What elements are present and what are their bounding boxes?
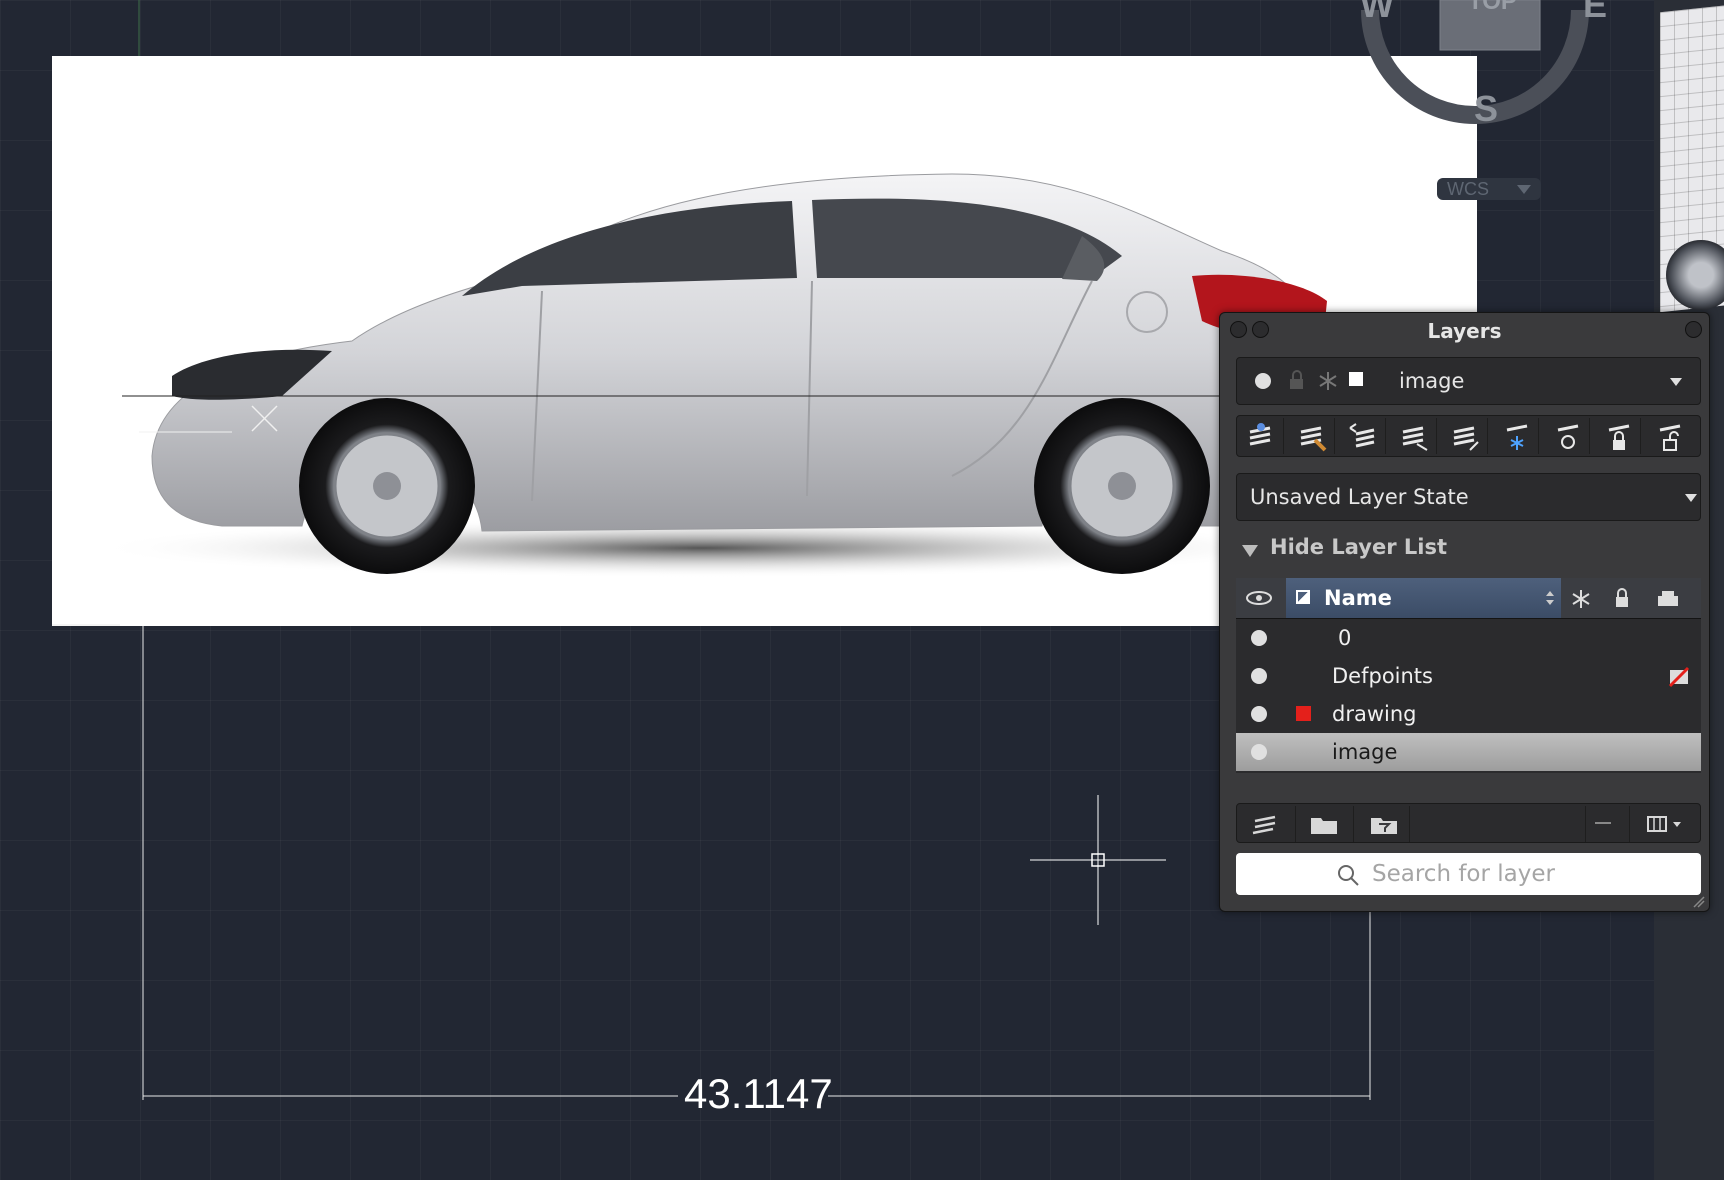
no-plot-icon[interactable]	[1668, 666, 1690, 688]
color-column-icon	[1296, 590, 1310, 604]
wcs-menu[interactable]: WCS	[1437, 178, 1541, 200]
layer-list: Name 0 Defpoints drawing image	[1236, 578, 1701, 773]
lock-column-icon[interactable]	[1613, 588, 1631, 610]
layer-name: 0	[1338, 626, 1352, 650]
change-to-current-button[interactable]	[1441, 418, 1488, 454]
layer-row[interactable]: 0	[1236, 619, 1701, 657]
columns-menu-icon[interactable]	[1647, 815, 1687, 833]
new-layer-icon	[1249, 423, 1271, 446]
crosshair-cursor	[1030, 795, 1166, 925]
search-icon	[1338, 865, 1359, 886]
eye-icon[interactable]	[1246, 590, 1272, 606]
layer-state-dropdown[interactable]: Unsaved Layer State	[1236, 473, 1701, 521]
current-layer-name: image	[1399, 369, 1465, 393]
undo-layer-icon	[1349, 423, 1375, 448]
layer-bottom-toolbar	[1236, 803, 1701, 843]
lock-layer-icon	[1608, 424, 1630, 450]
visibility-icon	[1255, 373, 1271, 389]
new-filter-folder-icon[interactable]	[1369, 812, 1399, 836]
chevron-down-icon	[1685, 494, 1697, 502]
layer-list-header: Name	[1236, 578, 1701, 619]
layer-toolbar	[1236, 415, 1701, 457]
layer-name: image	[1332, 740, 1398, 764]
new-group-folder-icon[interactable]	[1309, 812, 1339, 836]
move-layer-icon	[1453, 426, 1479, 451]
freeze-icon	[1319, 372, 1337, 390]
layer-row-selected[interactable]: image	[1236, 733, 1701, 771]
unlock-layer-button[interactable]	[1645, 418, 1691, 454]
dimension-value[interactable]: 43.1147	[684, 1070, 833, 1118]
viewcube-west-label[interactable]: W	[1360, 0, 1394, 26]
freeze-column-icon[interactable]	[1570, 588, 1592, 610]
palette-titlebar[interactable]: Layers	[1220, 313, 1709, 347]
freeze-layer-icon	[1506, 424, 1528, 450]
previous-layer-button[interactable]	[1339, 418, 1386, 454]
visibility-icon[interactable]	[1251, 668, 1267, 684]
layer-row[interactable]: Defpoints	[1236, 657, 1701, 695]
lock-layer-button[interactable]	[1594, 418, 1641, 454]
layer-name: drawing	[1332, 702, 1417, 726]
layer-color-swatch[interactable]	[1296, 706, 1311, 721]
layer-state-label: Unsaved Layer State	[1250, 485, 1469, 509]
palette-title: Layers	[1427, 319, 1502, 343]
sort-icon	[1546, 591, 1554, 605]
chevron-down-icon	[1517, 185, 1531, 194]
layer-row[interactable]: drawing	[1236, 695, 1701, 733]
hide-layer-list-label: Hide Layer List	[1270, 535, 1447, 559]
layer-name: Defpoints	[1332, 664, 1433, 688]
disclosure-triangle-icon	[1242, 545, 1258, 557]
viewcube-south-label[interactable]: S	[1474, 88, 1498, 130]
search-input[interactable]	[1370, 859, 1674, 889]
current-layer-dropdown[interactable]: image	[1236, 357, 1701, 405]
unlock-layer-icon	[1659, 424, 1681, 451]
layers-palette: Layers image Unsaved Layer State Hide La…	[1219, 312, 1710, 912]
new-layer-icon[interactable]	[1251, 811, 1281, 837]
chevron-down-icon	[1670, 378, 1682, 386]
name-column-header[interactable]: Name	[1286, 578, 1561, 618]
layer-off-button[interactable]	[1543, 418, 1590, 454]
layer-search-box[interactable]	[1236, 853, 1701, 895]
match-layer-icon	[1402, 426, 1428, 451]
resize-grip-icon[interactable]	[1692, 895, 1706, 909]
freeze-layer-button[interactable]	[1492, 418, 1539, 454]
viewcube-top-face[interactable]: TOP	[1468, 0, 1517, 16]
delete-layer-button[interactable]	[1595, 822, 1611, 824]
wcs-label: WCS	[1447, 179, 1489, 199]
layer-off-icon	[1557, 424, 1579, 449]
layer-color-swatch	[1349, 372, 1363, 386]
viewcube-east-label[interactable]: E	[1583, 0, 1607, 26]
visibility-icon[interactable]	[1251, 630, 1267, 646]
visibility-icon[interactable]	[1251, 706, 1267, 722]
layer-properties-button[interactable]	[1288, 418, 1335, 454]
new-layer-button[interactable]	[1237, 418, 1284, 454]
print-column-icon[interactable]	[1656, 588, 1680, 610]
lock-icon	[1290, 370, 1303, 389]
layer-paint-icon	[1300, 426, 1327, 452]
name-column-label: Name	[1324, 586, 1392, 610]
match-layer-button[interactable]	[1390, 418, 1437, 454]
visibility-icon[interactable]	[1251, 744, 1267, 760]
